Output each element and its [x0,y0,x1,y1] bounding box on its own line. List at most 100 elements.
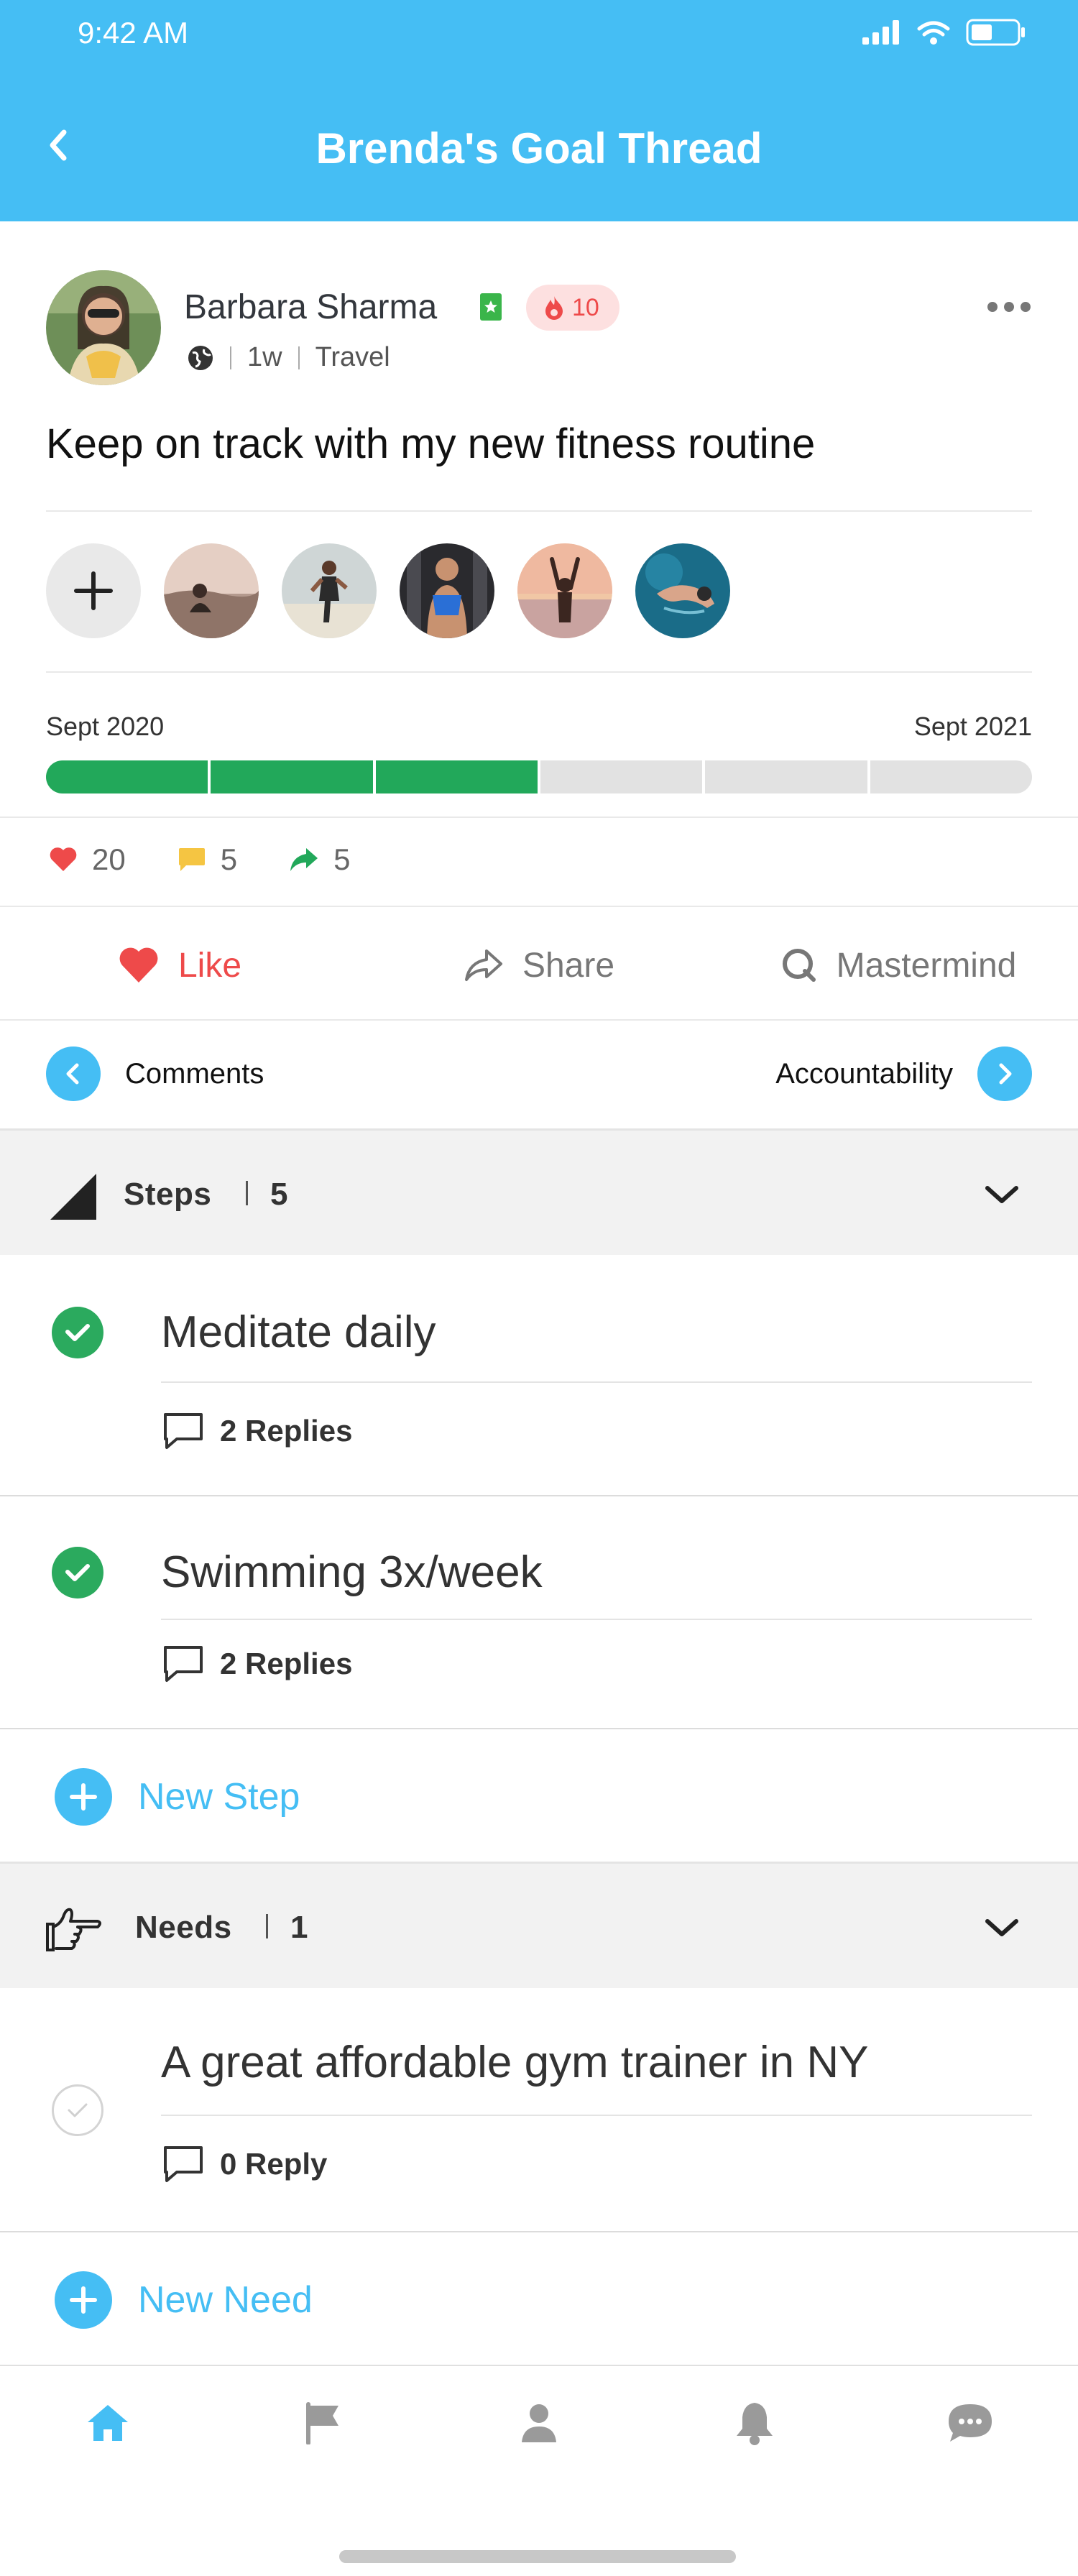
new-need-button[interactable]: New Need [55,2271,313,2329]
divider [161,2115,1032,2116]
reply-bubble-icon [164,1413,203,1449]
divider [0,1728,1078,1729]
post-actions: Like Share Mastermind [0,911,1078,1019]
steps-count: 5 [270,1177,288,1212]
more-dot-icon [1004,302,1014,312]
post-category[interactable]: Travel [315,342,390,373]
chevron-left-circle-icon [46,1046,101,1101]
bell-icon [737,2403,773,2445]
supporter-avatar[interactable] [164,543,259,638]
fire-icon [545,296,563,320]
profile-icon [522,2404,556,2442]
supporter-avatar[interactable] [635,543,730,638]
status-icons [862,19,1026,46]
shares-stat[interactable]: 5 [289,842,350,877]
supporter-avatar[interactable] [282,543,377,638]
post-time: 1w [247,342,282,372]
reply-bubble-icon [164,1646,203,1682]
new-step-label: New Step [138,1776,300,1818]
fire-count: 10 [572,293,599,321]
comments-count: 5 [220,842,238,876]
tab-goals[interactable] [216,2366,431,2508]
timeline-start: Sept 2020 [46,712,165,741]
need-replies[interactable]: 0 Reply [162,2145,327,2184]
divider [0,906,1078,907]
comments-stat[interactable]: 5 [178,842,237,877]
comment-icon [178,848,205,871]
add-supporter-button[interactable] [46,543,141,638]
globe-icon [188,345,213,370]
app-header: 9:42 AM Brenda's Goal Thread [0,0,1078,221]
replies-label: 2 Replies [220,1414,353,1448]
comments-tab[interactable]: Comments [46,1046,264,1101]
divider [0,1495,1078,1496]
tab-notifications[interactable] [647,2366,862,2508]
heart-icon [50,847,77,871]
replies-label: 2 Replies [220,1647,353,1680]
divider [0,2231,1078,2232]
bottom-tab-bar [0,2365,1078,2508]
wifi-icon [917,21,950,45]
signal-icon [862,20,899,45]
comments-label: Comments [125,1057,264,1090]
supporter-avatar[interactable] [400,543,494,638]
status-time: 9:42 AM [78,16,189,50]
like-button[interactable]: Like [0,946,359,985]
progress-segment-complete [375,760,538,794]
author-name[interactable]: Barbara Sharma [184,288,437,327]
step-check-icon[interactable] [52,1307,103,1358]
new-step-button[interactable]: New Step [55,1768,300,1826]
new-need-label: New Need [138,2279,313,2321]
likes-stat[interactable]: 20 [49,842,126,877]
tab-home[interactable] [0,2366,216,2508]
progress-segment-pending [870,760,1032,794]
replies-label: 0 Reply [220,2147,328,2181]
heart-icon [119,947,158,983]
home-icon [88,2405,128,2441]
needs-count: 1 [290,1910,308,1945]
likes-count: 20 [92,842,126,876]
plus-icon [74,571,113,610]
need-title[interactable]: A great affordable gym trainer in NY [161,2037,869,2088]
chevron-right-circle-icon [977,1046,1032,1101]
verified-badge-icon [480,293,502,324]
steps-section-header[interactable]: Steps 5 [0,1128,1078,1255]
divider [161,1381,1032,1383]
progress-segment-pending [705,760,867,794]
more-options-button[interactable] [987,302,1031,312]
steps-icon [50,1174,96,1220]
share-button[interactable]: Share [359,946,719,985]
pointing-hand-icon [46,1908,101,1951]
divider [0,1019,1078,1021]
avatar[interactable] [46,270,161,385]
step-check-icon[interactable] [52,1547,103,1598]
needs-label: Needs [135,1910,232,1945]
goal-progress-bar [46,760,1032,794]
more-dot-icon [987,302,998,312]
step-title[interactable]: Swimming 3x/week [161,1547,543,1598]
flag-icon [306,2402,338,2444]
fire-badge: 10 [526,285,619,331]
tab-profile[interactable] [431,2366,647,2508]
need-check-icon[interactable] [52,2084,103,2136]
needs-section-header[interactable]: Needs 1 [0,1862,1078,1988]
plus-circle-icon [55,1768,112,1826]
shares-count: 5 [333,842,351,876]
reply-bubble-icon [164,2146,203,2182]
goal-title: Keep on track with my new fitness routin… [46,420,816,467]
battery-icon [966,19,1025,46]
mastermind-button[interactable]: Mastermind [719,946,1078,985]
tab-messages[interactable] [862,2366,1078,2508]
engagement-stats: 20 5 5 [49,842,402,877]
steps-label: Steps [124,1177,212,1212]
section-separator [246,1181,248,1205]
accountability-tab[interactable]: Accountability [775,1046,1032,1101]
progress-segment-pending [540,760,703,794]
meta-separator [230,346,231,369]
step-replies[interactable]: 2 Replies [162,1412,352,1450]
more-dot-icon [1021,302,1031,312]
supporter-avatar[interactable] [517,543,612,638]
step-replies[interactable]: 2 Replies [162,1644,352,1683]
step-title[interactable]: Meditate daily [161,1307,436,1358]
accountability-label: Accountability [775,1057,953,1090]
